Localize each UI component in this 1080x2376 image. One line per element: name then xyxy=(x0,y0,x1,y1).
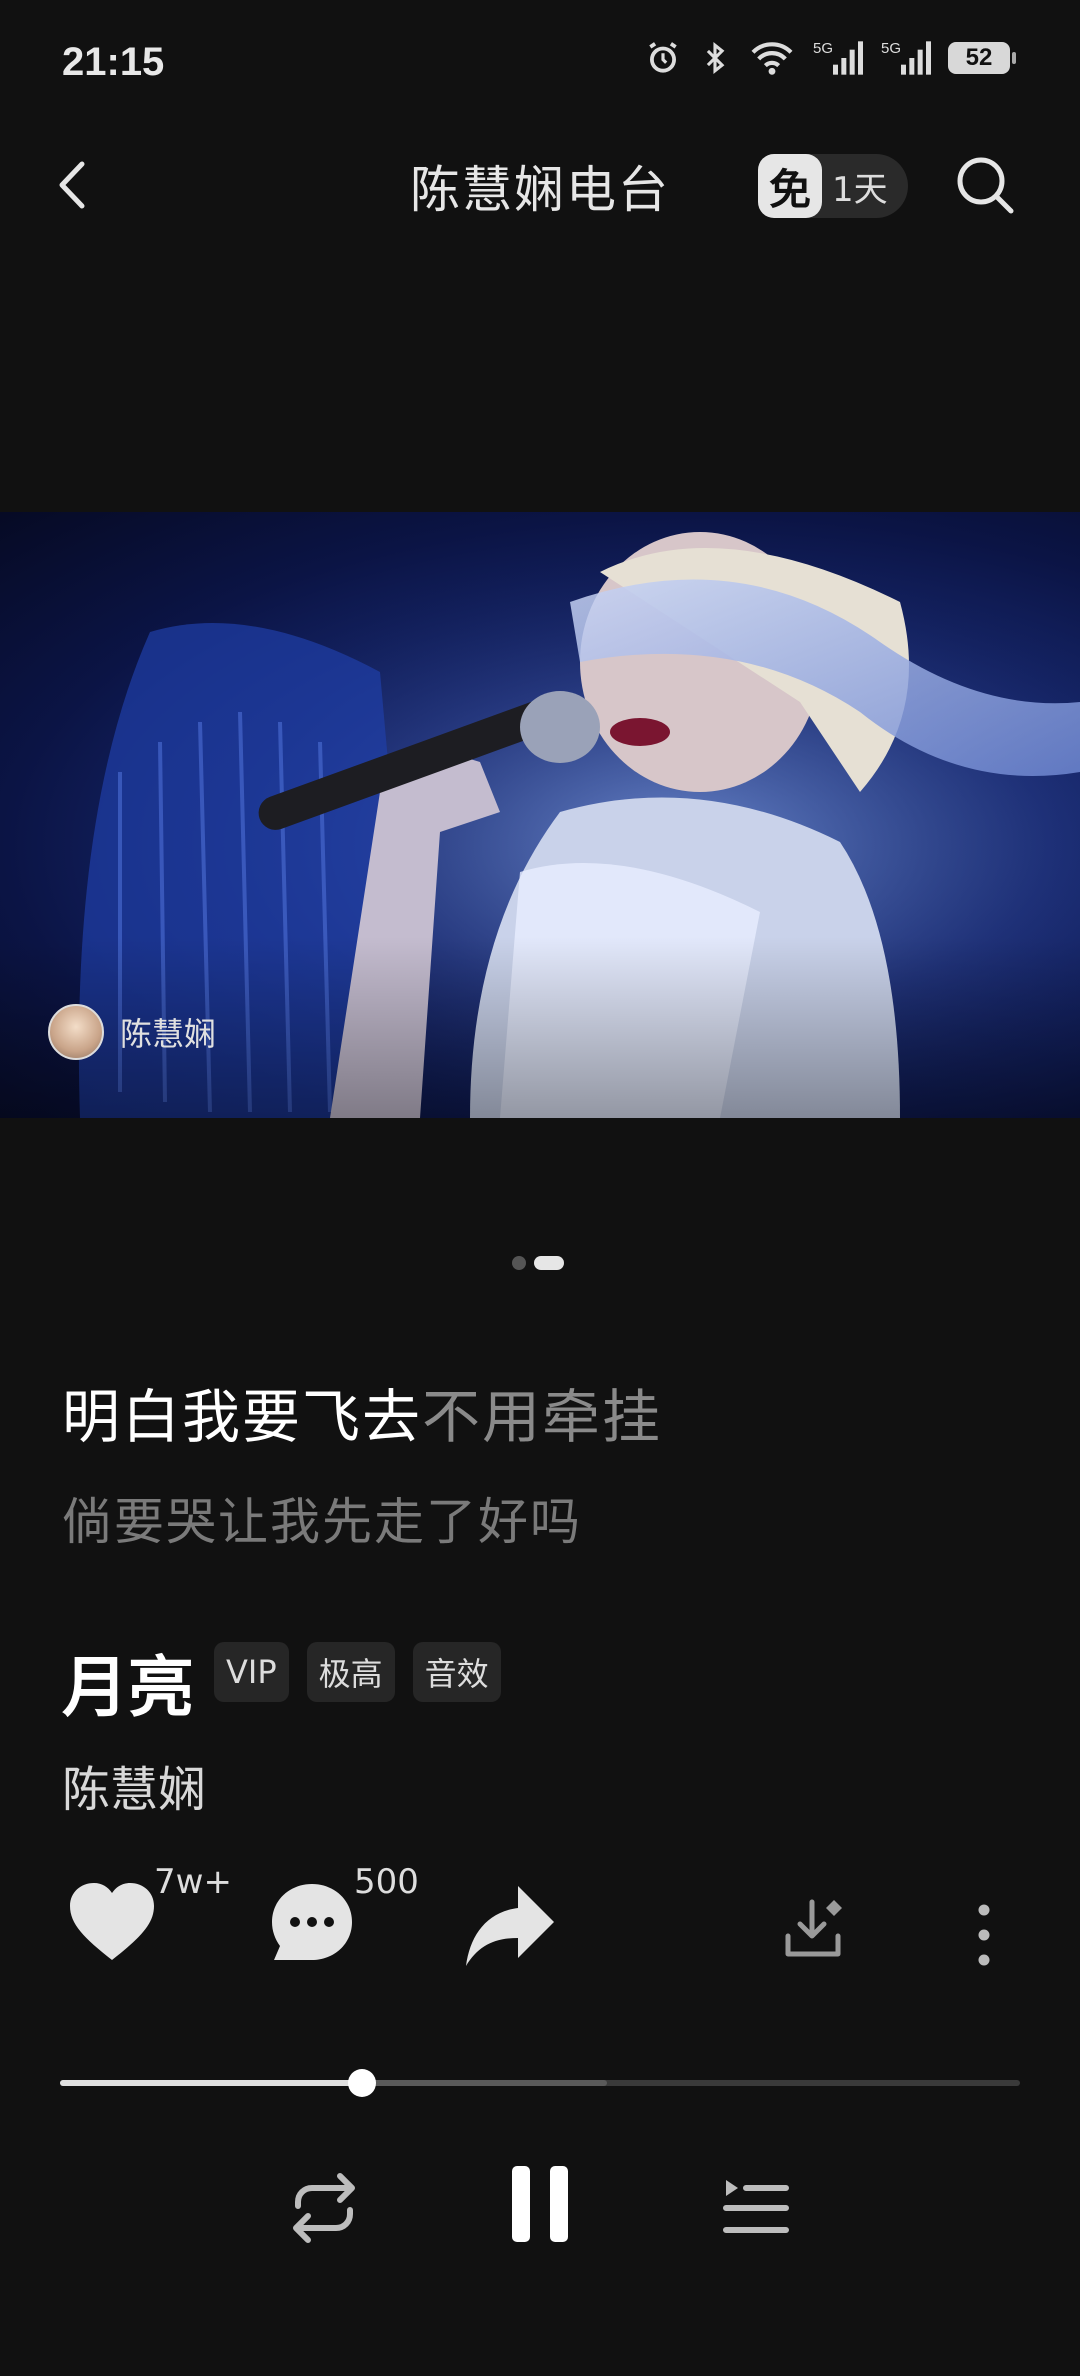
comment-count: 500 xyxy=(354,1862,419,1902)
heart-icon xyxy=(70,1883,154,1960)
svg-text:5G: 5G xyxy=(881,40,901,57)
tag-quality[interactable]: 极高 xyxy=(306,1642,395,1702)
status-time: 21:15 xyxy=(62,40,165,84)
more-button[interactable] xyxy=(972,1900,996,1974)
alarm-icon xyxy=(649,42,677,73)
free-days-label: 1天 xyxy=(832,169,888,210)
current-lyric[interactable]: 明白我要飞去不用牵挂 xyxy=(62,1370,662,1454)
repeat-button[interactable] xyxy=(284,2168,364,2252)
video-credit[interactable]: 陈慧娴 xyxy=(48,1004,216,1060)
signal-5g-icon-2: 5G xyxy=(881,40,931,75)
wifi-icon xyxy=(751,42,793,75)
bluetooth-icon xyxy=(706,42,725,74)
next-lyric[interactable]: 倘要哭让我先走了好吗 xyxy=(62,1482,582,1554)
comment-button[interactable] xyxy=(268,1880,356,1968)
pause-button[interactable] xyxy=(508,2162,572,2250)
battery-indicator: 52 xyxy=(948,42,1016,74)
like-button[interactable] xyxy=(66,1880,158,1968)
signal-5g-icon: 5G xyxy=(813,40,863,75)
more-icon xyxy=(978,1904,990,1966)
repeat-icon xyxy=(293,2173,355,2243)
share-icon xyxy=(466,1886,554,1966)
like-count: 7w+ xyxy=(154,1862,232,1902)
lyric-unsung: 不用牵挂 xyxy=(422,1383,663,1451)
lyric-sung: 明白我要飞去 xyxy=(62,1383,423,1451)
artist-name[interactable]: 陈慧娴 xyxy=(62,1750,206,1820)
page-title: 陈慧娴电台 xyxy=(410,161,670,219)
comment-icon xyxy=(272,1884,352,1960)
free-trial-badge[interactable]: 免 1天 xyxy=(758,154,908,218)
tag-sound-effect[interactable]: 音效 xyxy=(412,1642,501,1702)
status-icons: 5G 5G 52 xyxy=(644,38,1016,78)
avatar xyxy=(48,1004,104,1060)
page-dot xyxy=(512,1256,526,1270)
share-button[interactable] xyxy=(462,1880,558,1974)
free-badge-label: 免 xyxy=(758,154,822,218)
tag-vip[interactable]: VIP xyxy=(214,1642,289,1702)
page-dot-active xyxy=(534,1256,564,1270)
song-tags: VIP 极高 音效 xyxy=(214,1642,501,1702)
page-indicator xyxy=(512,1256,564,1270)
svg-text:5G: 5G xyxy=(813,40,833,57)
search-icon xyxy=(957,157,1014,214)
download-button[interactable] xyxy=(782,1896,852,1970)
playlist-button[interactable] xyxy=(722,2176,790,2244)
song-title: 月亮 xyxy=(62,1649,194,1726)
credit-name: 陈慧娴 xyxy=(120,1015,217,1053)
pause-icon xyxy=(512,2166,568,2242)
progress-played xyxy=(60,2080,363,2086)
search-button[interactable] xyxy=(952,152,1018,218)
progress-thumb[interactable] xyxy=(348,2069,377,2097)
download-icon xyxy=(785,1899,842,1957)
playlist-icon xyxy=(723,2180,789,2233)
